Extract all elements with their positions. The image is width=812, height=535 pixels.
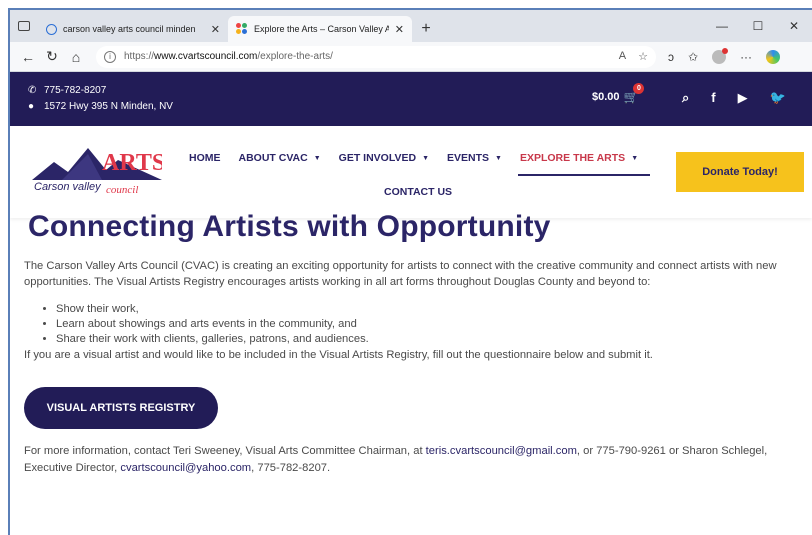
- nav-explore-the-arts[interactable]: EXPLORE THE ARTS ▼: [511, 150, 647, 166]
- copilot-icon[interactable]: [766, 49, 781, 64]
- cart-total: $0.00: [592, 91, 620, 103]
- list-item: Learn about showings and arts events in …: [56, 317, 784, 332]
- nav-get-involved[interactable]: GET INVOLVED ▼: [330, 150, 438, 166]
- search-icon[interactable]: ⌕: [682, 90, 689, 106]
- nav-label: ABOUT CVAC: [238, 152, 308, 164]
- facebook-icon[interactable]: f: [711, 90, 715, 106]
- new-tab-button[interactable]: +: [412, 16, 440, 42]
- refresh-icon[interactable]: ↻: [40, 45, 64, 69]
- youtube-icon[interactable]: ▶: [738, 90, 748, 106]
- more-info-text: , 775-782-8207.: [251, 462, 331, 474]
- more-info-text: For more information, contact Teri Sween…: [24, 445, 426, 457]
- main-content: Connecting Artists with Opportunity The …: [24, 210, 784, 477]
- extensions-icon[interactable]: ↄ: [668, 50, 674, 64]
- site-top-bar: ✆ 775-782-8207 ● 1572 Hwy 395 N Minden, NV…: [10, 72, 812, 126]
- chevron-down-icon: ▼: [313, 154, 321, 162]
- favorites-icon[interactable]: ✩: [688, 50, 698, 64]
- visual-artists-registry-button[interactable]: VISUAL ARTISTS REGISTRY: [24, 387, 218, 429]
- home-icon[interactable]: ⌂: [64, 45, 88, 69]
- phone-icon: ✆: [28, 85, 37, 96]
- back-arrow-icon[interactable]: ←: [16, 45, 40, 69]
- intro-paragraph: The Carson Valley Arts Council (CVAC) is…: [24, 260, 777, 288]
- cvac-logo[interactable]: ARTS Carson valley council: [32, 140, 162, 196]
- url-protocol: https://: [124, 51, 155, 62]
- nav-label: EXPLORE THE ARTS: [519, 152, 626, 164]
- email-link-cvac[interactable]: cvartscouncil@yahoo.com: [120, 462, 251, 474]
- chevron-down-icon: ▼: [422, 154, 430, 162]
- nav-label: GET INVOLVED: [338, 152, 417, 164]
- minimize-button[interactable]: —: [704, 10, 740, 42]
- benefits-list: Show their work, Learn about showings an…: [56, 302, 784, 347]
- url-path: /explore-the-arts/: [257, 51, 333, 62]
- url-input[interactable]: i https://www.cvartscouncil.com/explore-…: [96, 45, 656, 68]
- url-host: www.cvartscouncil.com: [154, 51, 258, 62]
- chevron-down-icon: ▼: [631, 154, 639, 162]
- contact-info: ✆ 775-782-8207 ● 1572 Hwy 395 N Minden, NV: [28, 83, 173, 115]
- nav-label: HOME: [189, 152, 221, 164]
- phone-number[interactable]: 775-782-8207: [44, 83, 106, 99]
- cart-icon: 🛒 0: [624, 83, 645, 104]
- logo-carson-valley-text: Carson valley: [34, 181, 102, 193]
- tab-close-icon[interactable]: ✕: [211, 23, 220, 36]
- street-address: 1572 Hwy 395 N Minden, NV: [44, 101, 173, 112]
- email-link-teri[interactable]: teris.cvartscouncil@gmail.com: [426, 445, 577, 457]
- tab-title: Explore the Arts – Carson Valley A: [254, 24, 389, 34]
- read-aloud-icon[interactable]: A: [619, 50, 626, 63]
- tab-search[interactable]: carson valley arts council minden ✕: [38, 16, 228, 42]
- tab-actions-icon[interactable]: [10, 10, 38, 42]
- maximize-button[interactable]: ☐: [740, 10, 776, 42]
- cart-button[interactable]: $0.00 🛒 0: [592, 83, 645, 104]
- lock-icon: i: [104, 50, 116, 63]
- cart-count-badge: 0: [633, 83, 645, 94]
- more-info-paragraph: For more information, contact Teri Sween…: [24, 443, 784, 477]
- active-nav-underline: [518, 174, 650, 176]
- tab-explore-the-arts[interactable]: Explore the Arts – Carson Valley A ✕: [228, 16, 412, 42]
- close-window-button[interactable]: ✕: [776, 10, 812, 42]
- logo-arts-text: ARTS: [102, 150, 162, 176]
- window-controls: — ☐ ✕: [704, 10, 812, 42]
- main-nav: HOME ABOUT CVAC ▼ GET INVOLVED ▼ EVENTS ▼ E…: [180, 150, 647, 166]
- favorite-star-icon[interactable]: ☆: [638, 50, 648, 63]
- tab-title: carson valley arts council minden: [63, 24, 196, 34]
- list-item: Share their work with clients, galleries…: [56, 332, 784, 347]
- map-pin-icon: ●: [28, 101, 35, 112]
- registry-instructions: If you are a visual artist and would lik…: [24, 349, 653, 361]
- logo-council-text: council: [106, 184, 138, 196]
- page-title: Connecting Artists with Opportunity: [28, 210, 551, 243]
- address-bar-row: ← ↻ ⌂ i https://www.cvartscouncil.com/ex…: [10, 42, 812, 72]
- donate-button[interactable]: Donate Today!: [676, 152, 804, 192]
- tab-close-icon[interactable]: ✕: [395, 23, 404, 36]
- chevron-down-icon: ▼: [495, 154, 502, 162]
- site-header: ARTS Carson valley council HOME ABOUT CV…: [10, 126, 812, 218]
- profile-avatar[interactable]: [712, 47, 729, 64]
- site-favicon-icon: [236, 23, 248, 35]
- twitter-icon[interactable]: 🐦: [770, 90, 786, 106]
- nav-label: EVENTS: [447, 152, 490, 164]
- list-item: Show their work,: [56, 302, 784, 317]
- social-links: ⌕ f ▶ 🐦: [682, 90, 786, 106]
- nav-about-cvac[interactable]: ABOUT CVAC ▼: [230, 150, 330, 166]
- search-favicon-icon: [46, 23, 57, 35]
- nav-contact-us[interactable]: CONTACT US: [384, 186, 452, 198]
- tab-strip: carson valley arts council minden ✕ Expl…: [10, 10, 812, 42]
- nav-home[interactable]: HOME: [180, 150, 230, 166]
- nav-events[interactable]: EVENTS ▼: [438, 150, 511, 166]
- more-menu-icon[interactable]: ···: [740, 50, 752, 64]
